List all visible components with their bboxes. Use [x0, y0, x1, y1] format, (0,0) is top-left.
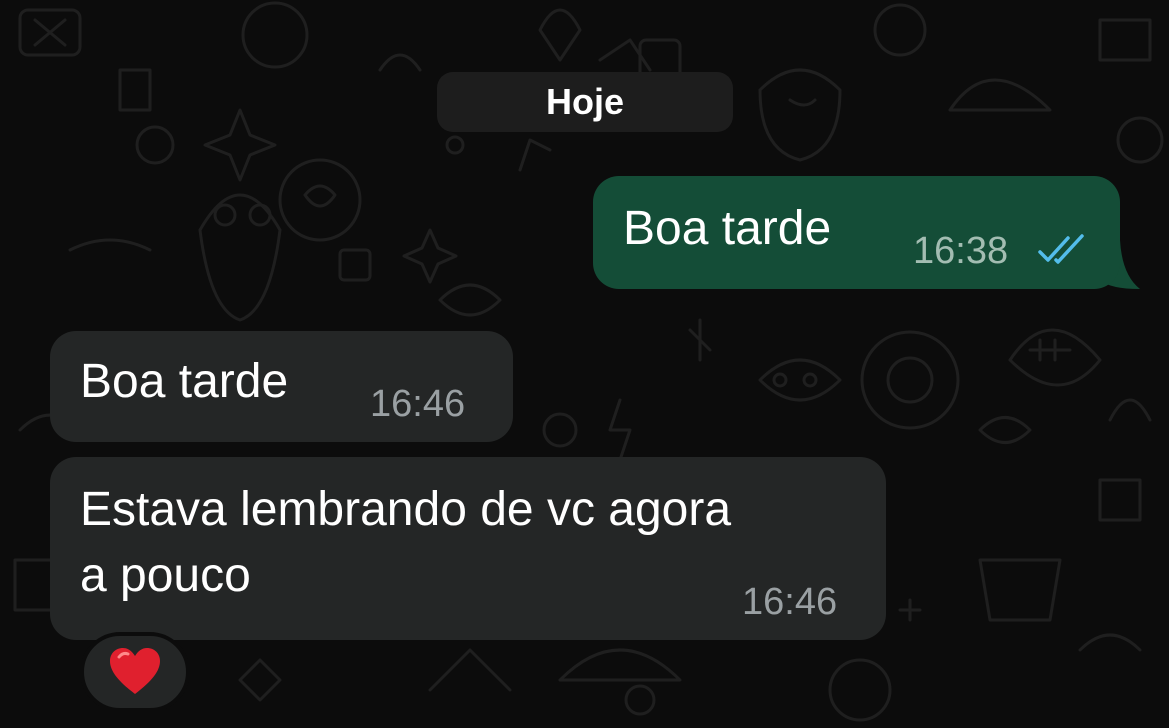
- message-text: Boa tarde: [80, 355, 289, 408]
- message-text: Boa tarde: [623, 202, 832, 255]
- double-check-icon: [1038, 234, 1084, 264]
- date-separator-label: Hoje: [545, 81, 624, 122]
- message-time: 16:46: [370, 383, 466, 425]
- heart-icon: [110, 648, 160, 694]
- message-reaction[interactable]: [80, 632, 190, 712]
- message-time: 16:38: [913, 230, 1009, 272]
- incoming-message-bubble[interactable]: Estava lembrando de vc agora a pouco 16:…: [50, 457, 886, 640]
- date-separator: Hoje: [437, 72, 733, 132]
- chat-view: Hoje Boa tarde 16:38 Boa tarde 16:46 Est…: [0, 0, 1169, 728]
- message-text: Estava lembrando de vc agora a pouco: [80, 483, 732, 602]
- message-time: 16:46: [742, 581, 838, 623]
- incoming-message-bubble[interactable]: Boa tarde 16:46: [50, 331, 513, 442]
